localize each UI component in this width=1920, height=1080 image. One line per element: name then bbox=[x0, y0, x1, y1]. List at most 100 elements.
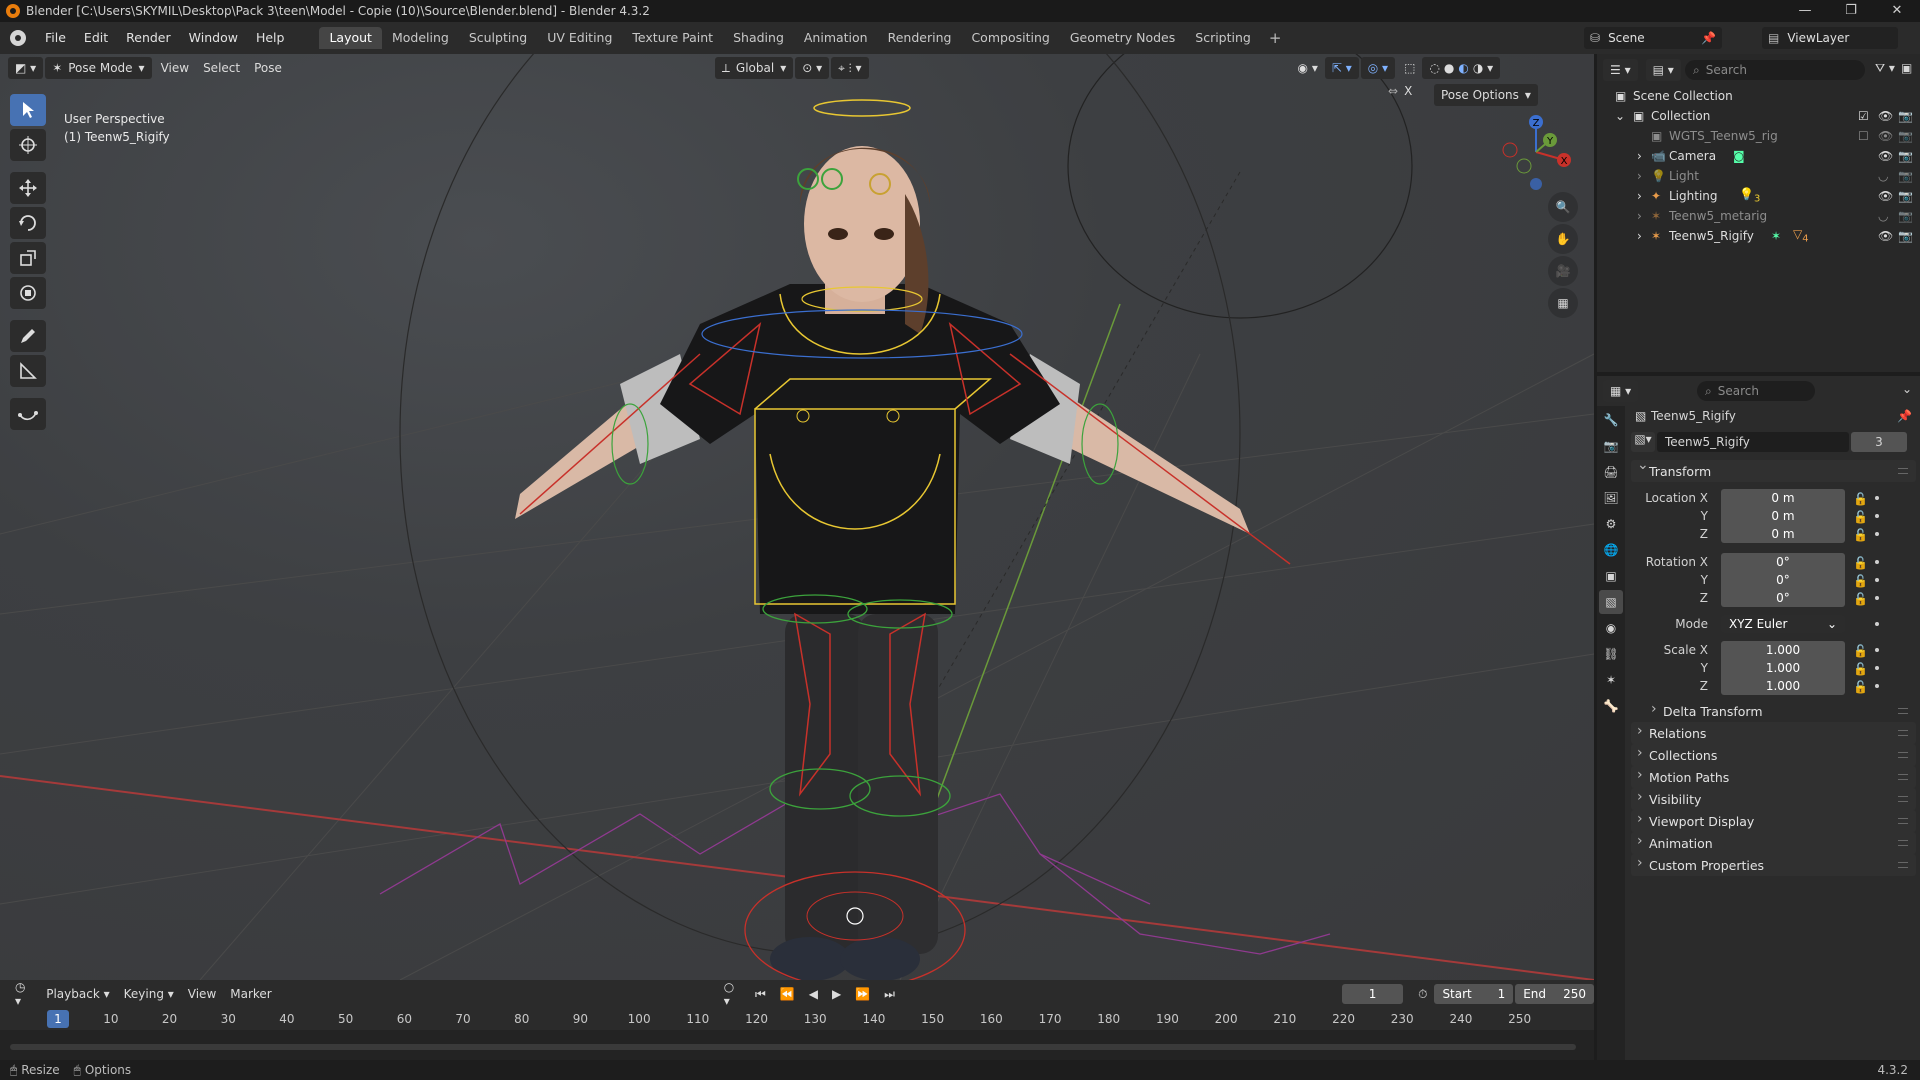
tab-animation[interactable]: Animation bbox=[794, 27, 878, 49]
jump-start-icon[interactable]: ⏮ bbox=[748, 983, 773, 1005]
chevron-right-icon[interactable]: › bbox=[1637, 169, 1642, 183]
keyframe-dot-icon[interactable] bbox=[1875, 684, 1879, 688]
location-z-field[interactable]: 0 m bbox=[1721, 525, 1845, 543]
material-shading-icon[interactable]: ◐ bbox=[1458, 61, 1468, 75]
overlay-toggle[interactable]: ◎ ▾ bbox=[1360, 57, 1396, 79]
camera-icon[interactable]: 📷 bbox=[1898, 209, 1913, 223]
collection-tab-icon[interactable]: ▣ bbox=[1599, 564, 1623, 588]
next-keyframe-icon[interactable]: ⏩ bbox=[848, 983, 877, 1005]
tab-layout[interactable]: Layout bbox=[319, 27, 382, 49]
keyframe-dot-icon[interactable] bbox=[1875, 666, 1879, 670]
bone-tab-icon[interactable]: 🦴 bbox=[1599, 694, 1623, 718]
menu-timeline-view[interactable]: View bbox=[181, 983, 223, 1005]
eye-icon[interactable]: 👁 bbox=[1878, 189, 1893, 203]
auto-keying-icon[interactable]: ○ ▾ bbox=[717, 980, 748, 1008]
lock-icon[interactable]: 🔓 bbox=[1853, 574, 1868, 588]
menu-keying[interactable]: Keying ▾ bbox=[117, 983, 181, 1005]
start-frame-field[interactable]: Start 1 bbox=[1434, 984, 1514, 1004]
lock-icon[interactable]: 🔓 bbox=[1853, 556, 1868, 570]
menu-view[interactable]: View bbox=[154, 57, 196, 79]
view-layer-selector[interactable]: ▤ ViewLayer bbox=[1762, 27, 1898, 49]
select-box-tool[interactable] bbox=[10, 94, 46, 126]
scale-z-field[interactable]: 1.000 bbox=[1721, 677, 1845, 695]
outliner-item-camera[interactable]: › 📹 Camera ◙ 👁 📷 bbox=[1597, 146, 1920, 166]
play-reverse-icon[interactable]: ◀ bbox=[802, 983, 825, 1005]
outliner-item-light[interactable]: › 💡 Light ◡ 📷 bbox=[1597, 166, 1920, 186]
lock-icon[interactable]: 🔓 bbox=[1853, 528, 1868, 542]
camera-icon[interactable]: 📷 bbox=[1898, 129, 1913, 143]
outliner-item-rigify[interactable]: › ✶ Teenw5_Rigify ✶ ▽4 👁 📷 bbox=[1597, 226, 1920, 246]
minimize-icon[interactable]: — bbox=[1782, 0, 1828, 22]
keyframe-dot-icon[interactable] bbox=[1875, 560, 1879, 564]
navigation-gizmo[interactable]: Z X Y bbox=[1488, 110, 1584, 190]
gizmo-toggle[interactable]: ⇱ ▾ bbox=[1324, 57, 1359, 79]
delta-transform-subpanel[interactable]: Delta Transform bbox=[1645, 700, 1916, 722]
add-workspace-icon[interactable]: + bbox=[1261, 29, 1290, 47]
tab-texture-paint[interactable]: Texture Paint bbox=[622, 27, 723, 49]
menu-help[interactable]: Help bbox=[247, 27, 294, 49]
outliner-item-lighting[interactable]: › ✦ Lighting 💡3 👁 📷 bbox=[1597, 186, 1920, 206]
lock-icon[interactable]: 🔓 bbox=[1853, 492, 1868, 506]
bone-tool[interactable] bbox=[10, 398, 46, 430]
tab-sculpting[interactable]: Sculpting bbox=[459, 27, 537, 49]
camera-icon[interactable]: 📷 bbox=[1898, 229, 1913, 243]
view-layer-tab-icon[interactable]: 🖼 bbox=[1599, 486, 1623, 510]
rendered-shading-icon[interactable]: ◑ ▾ bbox=[1473, 61, 1493, 75]
close-icon[interactable]: ✕ bbox=[1874, 0, 1920, 22]
rotation-x-field[interactable]: 0° bbox=[1721, 553, 1845, 571]
visibility-panel-header[interactable]: Visibility bbox=[1631, 788, 1916, 810]
scale-y-field[interactable]: 1.000 bbox=[1721, 659, 1845, 677]
datablock-name-field[interactable]: Teenw5_Rigify bbox=[1657, 432, 1849, 452]
scale-x-field[interactable]: 1.000 bbox=[1721, 641, 1845, 659]
tool-tab-icon[interactable]: 🔧 bbox=[1599, 408, 1623, 432]
prev-keyframe-icon[interactable]: ⏪ bbox=[773, 983, 802, 1005]
x-mirror-button[interactable]: X bbox=[1404, 84, 1412, 98]
jump-end-icon[interactable]: ⏭ bbox=[877, 983, 902, 1005]
location-x-field[interactable]: 0 m bbox=[1721, 489, 1845, 507]
eye-closed-icon[interactable]: ◡ bbox=[1878, 209, 1892, 223]
rotation-mode-dropdown[interactable]: XYZ Euler ⌄ bbox=[1721, 615, 1845, 633]
tab-scripting[interactable]: Scripting bbox=[1185, 27, 1261, 49]
lock-icon[interactable]: 🔓 bbox=[1853, 510, 1868, 524]
checkbox-icon[interactable]: ☐ bbox=[1858, 129, 1872, 143]
chevron-right-icon[interactable]: › bbox=[1637, 189, 1642, 203]
timeline-editor-type-icon[interactable]: ◷ ▾ bbox=[8, 980, 39, 1008]
chevron-right-icon[interactable]: › bbox=[1637, 149, 1642, 163]
move-tool[interactable] bbox=[10, 172, 46, 204]
end-frame-field[interactable]: End 250 bbox=[1515, 984, 1594, 1004]
camera-icon[interactable]: 📷 bbox=[1898, 169, 1913, 183]
motion-paths-panel-header[interactable]: Motion Paths bbox=[1631, 766, 1916, 788]
outliner-scene-collection[interactable]: ▣ Scene Collection bbox=[1597, 86, 1920, 106]
menu-file[interactable]: File bbox=[36, 27, 75, 49]
rotation-y-field[interactable]: 0° bbox=[1721, 571, 1845, 589]
pivot-point-button[interactable]: ⊙ ▾ bbox=[795, 57, 830, 79]
relations-panel-header[interactable]: Relations bbox=[1631, 722, 1916, 744]
timeline-scrollbar[interactable] bbox=[10, 1044, 1576, 1050]
menu-pose[interactable]: Pose bbox=[247, 57, 289, 79]
tab-geometry-nodes[interactable]: Geometry Nodes bbox=[1060, 27, 1185, 49]
outliner-editor-type-icon[interactable]: ☰ ▾ bbox=[1603, 59, 1638, 81]
custom-properties-panel-header[interactable]: Custom Properties bbox=[1631, 854, 1916, 876]
camera-icon[interactable]: 📷 bbox=[1898, 189, 1913, 203]
menu-select[interactable]: Select bbox=[196, 57, 247, 79]
menu-playback[interactable]: Playback ▾ bbox=[39, 983, 116, 1005]
keyframe-dot-icon[interactable] bbox=[1875, 622, 1879, 626]
pan-hand-icon[interactable]: ✋ bbox=[1548, 224, 1578, 254]
outliner-search[interactable]: ⌕ Search bbox=[1685, 60, 1865, 80]
play-icon[interactable]: ▶ bbox=[825, 983, 848, 1005]
lock-icon[interactable]: 🔓 bbox=[1853, 662, 1868, 676]
cursor-tool[interactable] bbox=[10, 129, 46, 161]
menu-render[interactable]: Render bbox=[117, 27, 180, 49]
3d-viewport[interactable]: ◩ ▾ ✶ Pose Mode ▾ View Select Pose ⟂ Glo… bbox=[0, 54, 1594, 980]
maximize-icon[interactable]: ❐ bbox=[1828, 0, 1874, 22]
animation-panel-header[interactable]: Animation bbox=[1631, 832, 1916, 854]
datablock-browse-icon[interactable]: ▧▾ bbox=[1631, 432, 1655, 452]
scale-tool[interactable] bbox=[10, 242, 46, 274]
blender-menu-icon[interactable] bbox=[10, 30, 26, 46]
scene-selector[interactable]: ⛁ Scene 📌 bbox=[1584, 27, 1722, 49]
camera-view-icon[interactable]: 🎥 bbox=[1548, 256, 1578, 286]
eye-icon[interactable]: 👁 bbox=[1878, 149, 1893, 163]
armature-data-tab-icon[interactable]: ✶ bbox=[1599, 668, 1623, 692]
menu-marker[interactable]: Marker bbox=[223, 983, 278, 1005]
keyframe-dot-icon[interactable] bbox=[1875, 514, 1879, 518]
